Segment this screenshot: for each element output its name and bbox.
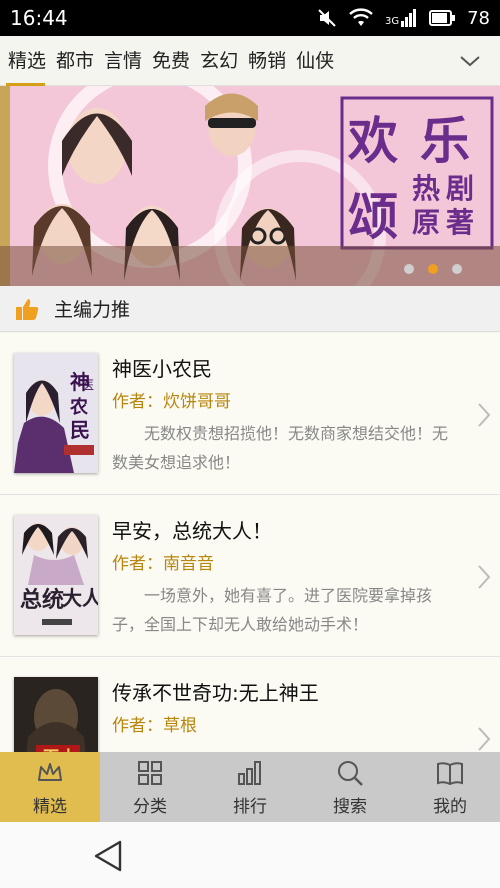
category-tabs: 精选 都市 言情 免费 玄幻 畅销 仙侠 (0, 36, 500, 86)
tab-fantasy[interactable]: 玄幻 (195, 36, 243, 86)
tab-xianxia[interactable]: 仙侠 (291, 36, 339, 86)
bar-chart-icon (238, 760, 261, 785)
carousel-dot-active[interactable] (428, 264, 438, 274)
tab-romance[interactable]: 言情 (99, 36, 147, 86)
wifi-icon (349, 8, 373, 28)
bottom-navigation: 精选 分类 排行 搜索 我的 (0, 752, 500, 822)
nav-categories[interactable]: 分类 (100, 752, 200, 822)
search-icon (338, 760, 363, 786)
tab-featured[interactable]: 精选 (0, 36, 51, 86)
nav-label: 我的 (433, 796, 467, 817)
book-author-line: 作者：南音音 (112, 549, 214, 574)
mute-icon (317, 8, 337, 28)
nav-label: 排行 (233, 796, 267, 817)
signal-icon: 3G (385, 9, 417, 27)
app-screen: 16:44 3G 78 精选 都市 言情 免费 玄幻 畅销 仙侠 欢 乐 颂 热… (0, 0, 500, 888)
chevron-right-icon (478, 565, 491, 589)
author-name: 炊饼哥哥 (163, 392, 231, 412)
book-title: 传承不世奇功:无上神王 (112, 681, 319, 705)
author-name: 草根 (163, 716, 197, 736)
status-time: 16:44 (10, 6, 68, 30)
battery-level: 78 (467, 7, 490, 29)
status-bar: 16:44 3G 78 (0, 0, 500, 36)
nav-label: 分类 (133, 796, 167, 817)
crown-icon (38, 762, 62, 781)
system-nav-bar (0, 822, 500, 888)
book-icon (437, 761, 463, 785)
section-title: 主编力推 (54, 299, 131, 321)
carousel-dot[interactable] (452, 264, 462, 274)
promo-banner[interactable]: 欢 乐 颂 热 剧 原 著 (0, 86, 500, 286)
svg-text:医: 医 (82, 378, 94, 392)
banner-headline-7: 著 (445, 206, 474, 239)
book-list-item[interactable]: 神 农 民 医 神医小农民 作者：炊饼哥哥 无数权贵想招揽他！无数商家想结交他！… (0, 333, 500, 495)
banner-headline-2: 乐 (420, 111, 470, 170)
tab-list: 精选 都市 言情 免费 玄幻 畅销 仙侠 (0, 36, 339, 86)
book-author-line: 作者：草根 (112, 711, 197, 736)
banner-headline-1: 欢 (347, 111, 398, 170)
nav-featured[interactable]: 精选 (0, 752, 100, 822)
chevron-right-icon (478, 727, 491, 751)
nav-label: 精选 (33, 796, 67, 817)
back-triangle-icon[interactable] (92, 839, 124, 873)
battery-icon (429, 10, 456, 26)
banner-headline-5: 剧 (446, 172, 474, 205)
nav-label: 搜索 (333, 796, 367, 817)
status-icons: 3G 78 (317, 8, 490, 29)
author-name: 南音音 (163, 554, 214, 574)
carousel-dot[interactable] (404, 264, 414, 274)
book-author-line: 作者：炊饼哥哥 (112, 387, 231, 412)
thumbs-up-icon (16, 298, 39, 320)
book-description: 一场意外，她有喜了。进了医院要拿掉孩子，全国上下却无人敢给她动手术！ (112, 586, 433, 634)
banner-headline-6: 原 (412, 206, 440, 239)
section-header: 主编力推 (0, 286, 500, 332)
author-prefix: 作者： (112, 392, 163, 412)
tab-urban[interactable]: 都市 (51, 36, 99, 86)
carousel-indicator (404, 264, 462, 274)
svg-text:民: 民 (70, 418, 90, 442)
book-list-item[interactable]: 总统 大人 早安，总统大人！ 作者：南音音 一场意外，她有喜了。进了医院要拿掉孩… (0, 495, 500, 657)
banner-headline-3: 颂 (348, 187, 398, 246)
grid-icon (138, 760, 162, 785)
book-title: 神医小农民 (112, 357, 212, 381)
book-title: 早安，总统大人！ (112, 519, 272, 543)
nav-search[interactable]: 搜索 (300, 752, 400, 822)
nav-profile[interactable]: 我的 (400, 752, 500, 822)
chevron-right-icon (478, 403, 491, 427)
banner-headline-4: 热 (412, 172, 440, 205)
nav-rankings[interactable]: 排行 (200, 752, 300, 822)
svg-text:农: 农 (69, 396, 88, 418)
author-prefix: 作者： (112, 554, 163, 574)
svg-text:总统: 总统 (20, 587, 64, 613)
svg-text:大人: 大人 (62, 586, 98, 610)
tab-bestseller[interactable]: 畅销 (243, 36, 291, 86)
book-cover: 总统 大人 (14, 515, 98, 635)
tab-free[interactable]: 免费 (147, 36, 195, 86)
book-description: 无数权贵想招揽他！无数商家想结交他！无数美女想追求他！ (112, 424, 449, 472)
network-type: 3G (384, 16, 400, 27)
author-prefix: 作者： (112, 716, 163, 736)
chevron-down-icon[interactable] (458, 49, 482, 73)
book-cover: 神 农 民 医 (14, 353, 98, 473)
